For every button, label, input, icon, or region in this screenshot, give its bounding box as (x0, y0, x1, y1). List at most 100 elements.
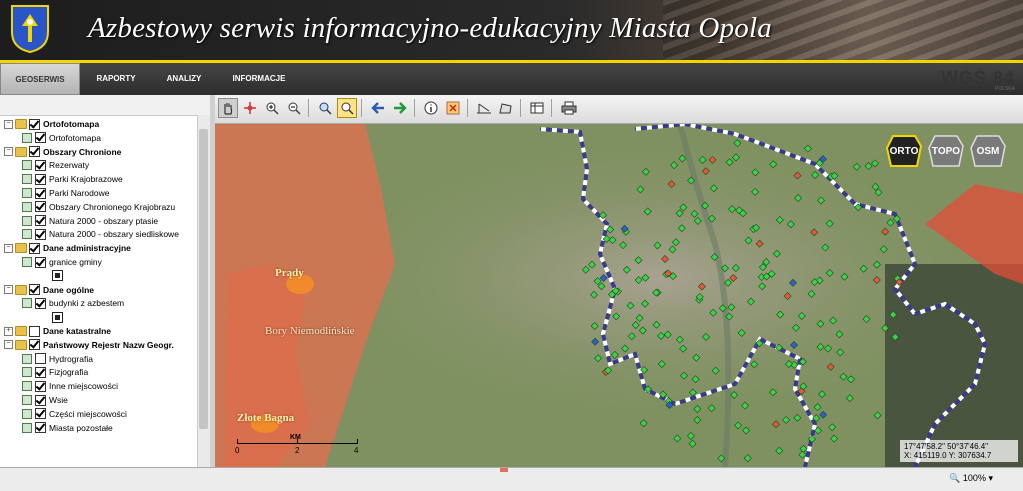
layer-checkbox[interactable] (29, 118, 40, 130)
back-icon[interactable] (368, 98, 388, 118)
place-label-zlote-bagna: Złote Bagna (237, 412, 295, 424)
folder-icon (15, 146, 27, 157)
layer-icon (22, 408, 32, 419)
layer-checkbox[interactable] (35, 132, 46, 144)
toolbar-separator (361, 99, 362, 117)
tab-geoserwis[interactable]: GEOSERWIS (0, 63, 80, 95)
clear-icon[interactable] (443, 98, 463, 118)
tree-group[interactable]: − Państwowy Rejestr Nazw Geogr. (4, 338, 174, 352)
tree-item[interactable]: Rezerwaty (22, 158, 89, 172)
zoom-in-icon[interactable] (262, 98, 282, 118)
chevron-down-icon[interactable]: ▾ (988, 473, 993, 483)
layer-checkbox[interactable] (35, 422, 46, 434)
tree-item[interactable]: Hydrografia (22, 352, 93, 366)
expand-toggle-icon[interactable]: − (4, 285, 13, 295)
scrollbar-thumb[interactable] (199, 129, 208, 429)
tree-item[interactable]: Wsie (22, 393, 68, 407)
table-icon[interactable] (527, 98, 547, 118)
panel-collapse-handle[interactable] (500, 468, 508, 472)
map-canvas[interactable] (215, 124, 1023, 467)
tree-group[interactable]: − Dane ogólne (4, 283, 94, 297)
layer-button-orto-label: ORTO (889, 145, 919, 157)
tree-item[interactable]: Fizjografia (22, 365, 88, 379)
measure-area-icon[interactable] (496, 98, 516, 118)
coords-geographic: 17°47'58.2" 50°37'46.4" (904, 442, 989, 451)
folder-icon (15, 326, 27, 336)
forward-icon[interactable] (390, 98, 410, 118)
tree-item-label: Ortofotomapa (49, 132, 101, 143)
tree-group[interactable]: − Obszary Chronione (4, 145, 121, 159)
tab-raporty[interactable]: RAPORTY (86, 63, 146, 95)
layer-checkbox[interactable] (35, 173, 46, 185)
layer-checkbox[interactable] (35, 408, 46, 420)
tree-item-label: Dane ogólne (43, 284, 95, 295)
layer-checkbox[interactable] (29, 325, 40, 337)
layer-button-osm[interactable]: OSM (969, 132, 1007, 170)
move-icon[interactable] (240, 98, 260, 118)
zoom-window-icon[interactable] (337, 98, 357, 118)
layer-checkbox[interactable] (29, 146, 40, 158)
expand-toggle-icon[interactable]: + (4, 326, 13, 336)
toolbar-separator (308, 99, 309, 117)
tree-item-label: Państwowy Rejestr Nazw Geogr. (43, 339, 174, 350)
tree-item[interactable]: Parki Narodowe (22, 186, 109, 200)
layer-checkbox[interactable] (35, 228, 46, 240)
tree-group[interactable]: − Dane administracyjne (4, 241, 131, 255)
zoom-level[interactable]: 🔍 100% ▾ (949, 473, 993, 484)
tree-item[interactable]: budynki z azbestem (22, 296, 124, 310)
tree-item[interactable]: Natura 2000 - obszary ptasie (22, 214, 158, 228)
layer-checkbox[interactable] (29, 339, 40, 351)
tree-item-label: Części miejscowości (49, 408, 127, 419)
info-icon[interactable] (421, 98, 441, 118)
expand-toggle-icon[interactable]: − (4, 340, 13, 350)
layer-checkbox[interactable] (35, 380, 46, 392)
zoom-extent-icon[interactable] (315, 98, 335, 118)
map-view[interactable]: ORTO TOPO OSM Prądy Bory Niemodlińskie Z… (215, 124, 1023, 467)
layer-checkbox[interactable] (35, 394, 46, 406)
tree-item[interactable]: Natura 2000 - obszary siedliskowe (22, 227, 179, 241)
tree-group[interactable]: + Dane katastralne (4, 324, 111, 338)
tree-item-label: Inne miejscowości (49, 381, 118, 392)
layer-checkbox[interactable] (35, 353, 46, 365)
layer-checkbox[interactable] (35, 297, 46, 309)
tree-item[interactable]: Parki Krajobrazowe (22, 172, 123, 186)
brand-text: WGS 84 (940, 68, 1015, 88)
layer-button-orto[interactable]: ORTO (885, 132, 923, 170)
tree-item-label: Ortofotomapa (43, 119, 100, 129)
tree-item[interactable]: Ortofotomapa (22, 131, 101, 145)
expand-toggle-icon[interactable]: − (4, 243, 13, 253)
tab-analizy[interactable]: ANALIZY (156, 63, 212, 95)
tree-item[interactable]: granice gminy (22, 255, 102, 269)
layer-tree-scrollbar[interactable] (197, 115, 210, 467)
tree-item-label: Dane katastralne (43, 326, 112, 336)
layer-checkbox[interactable] (35, 159, 46, 171)
layer-checkbox[interactable] (35, 215, 46, 227)
tree-item-label: Obszary Chronionego Krajobrazu (49, 201, 176, 212)
tree-item-label: Natura 2000 - obszary ptasie (49, 215, 159, 226)
tab-informacje[interactable]: INFORMACJE (224, 63, 294, 95)
tree-item[interactable]: Obszary Chronionego Krajobrazu (22, 200, 175, 214)
layer-checkbox[interactable] (35, 187, 46, 199)
tree-group[interactable]: − Ortofotomapa (4, 117, 99, 131)
tree-item[interactable]: Miasta pozostałe (22, 421, 113, 435)
layer-checkbox[interactable] (35, 366, 46, 378)
tree-item[interactable] (52, 269, 63, 283)
layer-button-topo[interactable]: TOPO (927, 132, 965, 170)
layer-icon (22, 257, 32, 267)
zoom-out-icon[interactable] (284, 98, 304, 118)
layer-checkbox[interactable] (35, 201, 46, 213)
measure-length-icon[interactable] (474, 98, 494, 118)
tree-item[interactable] (52, 310, 63, 324)
layer-checkbox[interactable] (29, 284, 40, 296)
layer-checkbox[interactable] (29, 242, 40, 254)
expand-toggle-icon[interactable]: − (4, 147, 13, 157)
scale-tick-2: 2 (295, 446, 300, 455)
pan-icon[interactable] (218, 98, 238, 118)
layer-checkbox[interactable] (35, 256, 46, 268)
expand-toggle-icon[interactable]: − (4, 119, 13, 129)
tree-item[interactable]: Części miejscowości (22, 407, 127, 421)
scale-tick-4: 4 (354, 446, 359, 455)
print-icon[interactable] (559, 98, 579, 118)
tree-item[interactable]: Inne miejscowości (22, 379, 118, 393)
legend-symbol-icon (52, 270, 63, 282)
